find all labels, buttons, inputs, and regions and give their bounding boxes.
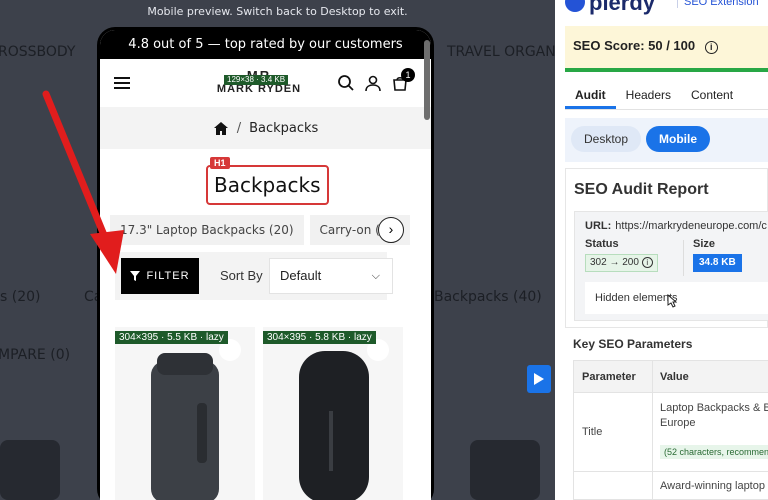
- play-button[interactable]: [527, 365, 551, 393]
- product-card[interactable]: 304×395 · 5.5 KB · lazy: [115, 327, 255, 500]
- backpack-image: [299, 351, 369, 500]
- seo-parameters-table: Parameter Value Title Laptop Backpacks &…: [573, 360, 768, 500]
- mouse-cursor-icon: [667, 294, 677, 308]
- bg-nav-left: ROSSBODY: [0, 44, 76, 60]
- table-row-divider: [574, 471, 768, 472]
- heading-area: Backpacks H1: [100, 149, 431, 215]
- extension-name: SEO Extension: [677, 0, 759, 8]
- breadcrumb-current: Backpacks: [249, 120, 319, 136]
- bg-product-image: [0, 440, 60, 500]
- mobile-preview-banner: Mobile preview. Switch back to Desktop t…: [147, 5, 408, 18]
- sort-value: Default: [280, 268, 322, 283]
- sort-select[interactable]: Default ⌵: [269, 258, 393, 294]
- size-badge: 34.8 KB: [693, 254, 742, 272]
- cart-count-badge: 1: [401, 68, 415, 82]
- product-card[interactable]: 304×395 · 5.8 KB · lazy: [263, 327, 403, 500]
- site-logo[interactable]: MR MARK RYDEN 129×38 · 3.4 KB: [216, 69, 302, 99]
- table-divider: [652, 361, 653, 500]
- play-icon: [534, 373, 544, 385]
- product-grid: 304×395 · 5.5 KB · lazy 304×395 · 5.8 KB…: [115, 327, 415, 500]
- desktop-button[interactable]: Desktop: [571, 126, 642, 152]
- status-badge: 302 → 200 i: [585, 254, 658, 272]
- site-header: MR MARK RYDEN 129×38 · 3.4 KB 1: [100, 59, 431, 107]
- phone-scrollbar[interactable]: [424, 40, 430, 120]
- seo-score: SEO Score: 50 / 100: [573, 38, 696, 53]
- bg-count-right: Backpacks (40): [434, 289, 542, 305]
- breadcrumb-separator: /: [236, 120, 242, 136]
- bg-count-left: s (20): [0, 289, 41, 305]
- category-chip[interactable]: 17.3" Laptop Backpacks (20): [110, 215, 304, 245]
- panel-tabs: Audit Headers Content: [565, 84, 768, 110]
- url-value: https://markrydeneurope.com/c: [615, 220, 767, 232]
- table-header-parameter: Parameter: [574, 361, 652, 393]
- device-toggle: Desktop Mobile: [565, 118, 768, 162]
- sort-label: Sort By: [220, 268, 263, 283]
- page-title: Backpacks: [206, 165, 329, 205]
- info-icon[interactable]: i: [641, 257, 653, 268]
- tab-headers[interactable]: Headers: [616, 84, 681, 109]
- key-seo-parameters-heading: Key SEO Parameters: [573, 337, 693, 351]
- breadcrumb: / Backpacks: [100, 107, 431, 149]
- bg-nav-right: TRAVEL ORGANIZ: [447, 44, 555, 60]
- url-row: URL: https://markrydeneurope.com/c: [585, 220, 767, 232]
- audit-report: SEO Audit Report URL: https://markrydeneu…: [565, 168, 768, 328]
- seo-score-card: SEO Score: 50 / 100 i: [565, 26, 768, 72]
- filter-button[interactable]: FILTER: [121, 258, 199, 294]
- cart-button[interactable]: 1: [391, 68, 415, 92]
- bg-compare: MPARE (0): [0, 347, 71, 363]
- category-chips: 17.3" Laptop Backpacks (20) Carry-on (22…: [100, 215, 431, 251]
- mobile-button[interactable]: Mobile: [646, 126, 710, 152]
- row-param-title: Title: [582, 426, 603, 438]
- row-value-description: Award-winning laptop: [660, 480, 765, 492]
- row-value-title: Laptop Backpacks & B Europe: [660, 402, 768, 429]
- phone-frame: 4.8 out of 5 — top rated by our customer…: [97, 27, 434, 500]
- home-icon[interactable]: [213, 121, 229, 136]
- panel-header: plerdy SEO Extension: [555, 0, 768, 22]
- brand-logo-icon: [565, 0, 585, 12]
- arrow-annotation: [42, 90, 124, 274]
- filter-icon: [130, 271, 141, 281]
- filter-label: FILTER: [146, 270, 190, 282]
- status-value: 302 → 200: [590, 257, 639, 268]
- report-summary: URL: https://markrydeneurope.com/c Status…: [574, 211, 768, 321]
- report-title: SEO Audit Report: [574, 181, 709, 198]
- account-icon[interactable]: [364, 74, 382, 92]
- size-label: Size: [693, 238, 716, 250]
- image-size-badge: 304×395 · 5.5 KB · lazy: [115, 331, 228, 344]
- table-header-value: Value: [652, 361, 768, 393]
- status-label: Status: [585, 238, 619, 250]
- bg-product-image: [470, 440, 540, 500]
- chevron-down-icon: ⌵: [371, 270, 380, 282]
- backpack-image: [151, 353, 219, 500]
- tab-content[interactable]: Content: [681, 84, 743, 109]
- seo-extension-panel: plerdy SEO Extension SEO Score: 50 / 100…: [555, 0, 768, 500]
- image-size-badge: 129×38 · 3.4 KB: [224, 75, 289, 85]
- chevron-right-icon[interactable]: ›: [378, 217, 404, 243]
- tab-audit[interactable]: Audit: [565, 84, 616, 109]
- url-label: URL:: [585, 220, 612, 232]
- image-size-badge: 304×395 · 5.8 KB · lazy: [263, 331, 376, 344]
- divider: [683, 240, 684, 276]
- brand-name: plerdy: [589, 0, 656, 15]
- h1-tag-badge: H1: [210, 157, 230, 169]
- title-length-note: (52 characters, recommen: [660, 445, 768, 459]
- announcement-bar: 4.8 out of 5 — top rated by our customer…: [100, 30, 431, 59]
- filter-sort-bar: FILTER Sort By Default ⌵: [115, 252, 393, 300]
- search-icon[interactable]: [337, 74, 355, 92]
- info-icon[interactable]: i: [704, 41, 718, 54]
